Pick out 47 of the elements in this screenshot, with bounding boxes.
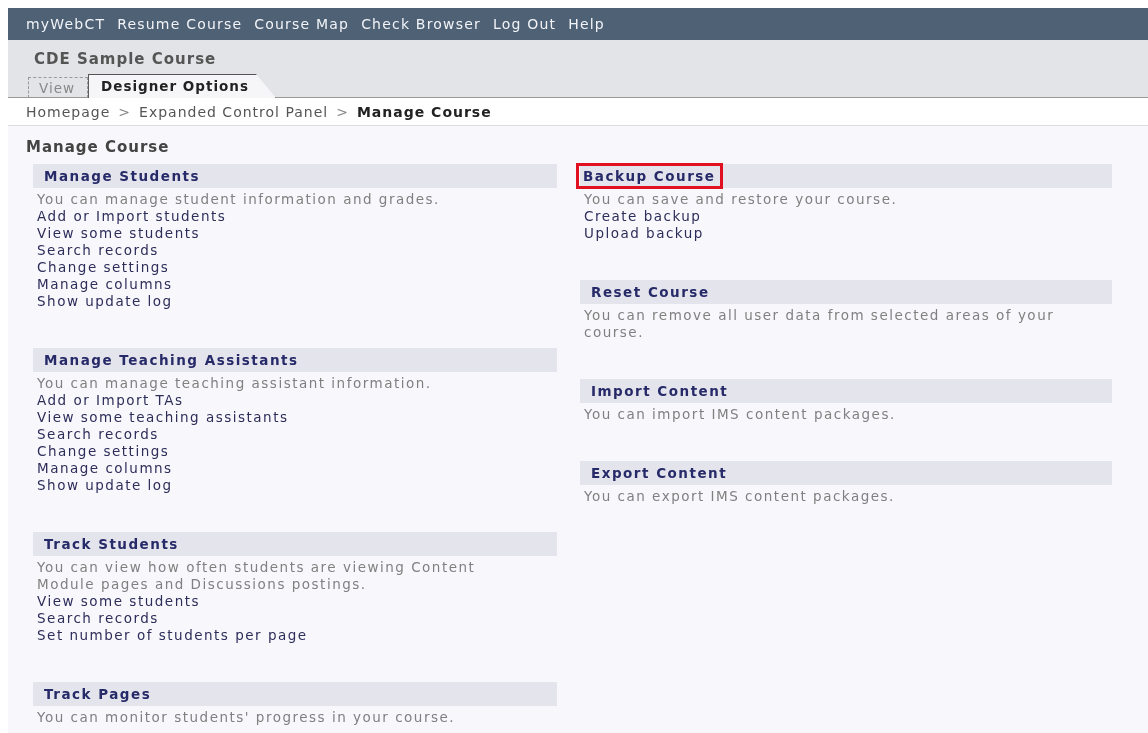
section-title-link[interactable]: Export Content bbox=[584, 460, 735, 486]
action-link[interactable]: Manage columns bbox=[33, 276, 177, 293]
section-description: You can monitor students' progress in your course. bbox=[36, 708, 457, 726]
section-title-link[interactable]: Manage Teaching Assistants bbox=[37, 347, 306, 373]
action-link[interactable]: Change settings bbox=[33, 259, 174, 276]
action-link[interactable]: View some teaching assistants bbox=[33, 409, 293, 426]
nav-link[interactable]: Resume Course bbox=[117, 16, 243, 32]
section-title-link[interactable]: Track Students bbox=[37, 531, 186, 557]
section-description: You can remove all user data from selected areas of your course. bbox=[583, 306, 1056, 341]
section-title-link[interactable]: Backup Course bbox=[576, 163, 723, 189]
breadcrumb-link[interactable]: Homepage bbox=[26, 103, 111, 120]
action-link[interactable]: Add or Import TAs bbox=[33, 392, 188, 409]
breadcrumb-link[interactable]: Expanded Control Panel bbox=[139, 103, 329, 120]
nav-link[interactable]: Course Map bbox=[254, 16, 350, 32]
page-title: Manage Course bbox=[26, 138, 171, 156]
action-link[interactable]: View some students bbox=[33, 593, 204, 610]
action-link[interactable]: Upload backup bbox=[580, 225, 708, 242]
breadcrumb-current: Manage Course bbox=[356, 103, 492, 120]
nav-link[interactable]: Log Out bbox=[493, 16, 557, 32]
nav-link[interactable]: Check Browser bbox=[361, 16, 481, 32]
section-title-link[interactable]: Reset Course bbox=[584, 279, 717, 305]
action-link[interactable]: Search records bbox=[33, 426, 163, 443]
section-title-link[interactable]: Import Content bbox=[584, 378, 736, 404]
action-link[interactable]: View some students bbox=[33, 225, 204, 242]
section-description: You can export IMS content packages. bbox=[583, 487, 896, 505]
action-link[interactable]: Show update log bbox=[33, 293, 177, 310]
nav-link[interactable]: myWebCT bbox=[26, 16, 106, 32]
action-link[interactable]: Search records bbox=[33, 242, 163, 259]
action-link[interactable]: Create backup bbox=[580, 208, 706, 225]
section-description: You can save and restore your course. bbox=[583, 190, 899, 208]
breadcrumb-separator: > bbox=[118, 103, 132, 120]
tab[interactable]: Designer Options bbox=[88, 74, 276, 98]
section-title-link[interactable]: Track Pages bbox=[37, 681, 159, 707]
section-description: You can import IMS content packages. bbox=[583, 405, 897, 423]
action-link[interactable]: Show update log bbox=[33, 477, 177, 494]
section-description: You can manage student information and grades. bbox=[36, 190, 441, 208]
section-title-link[interactable]: Manage Students bbox=[37, 163, 207, 189]
section-description: You can view how often students are viewing Content Module pages and Discussions postings. bbox=[36, 558, 477, 593]
action-link[interactable]: Set number of students per page bbox=[33, 627, 312, 644]
nav-link[interactable]: Help bbox=[568, 16, 605, 32]
breadcrumb-separator: > bbox=[336, 103, 349, 120]
action-link[interactable]: Search records bbox=[33, 610, 163, 627]
action-link[interactable]: Add or Import students bbox=[33, 208, 231, 225]
section-description: You can manage teaching assistant information. bbox=[36, 374, 433, 392]
action-link[interactable]: Change settings bbox=[33, 443, 174, 460]
action-link[interactable]: Manage columns bbox=[33, 460, 177, 477]
course-title: CDE Sample Course bbox=[34, 49, 218, 70]
